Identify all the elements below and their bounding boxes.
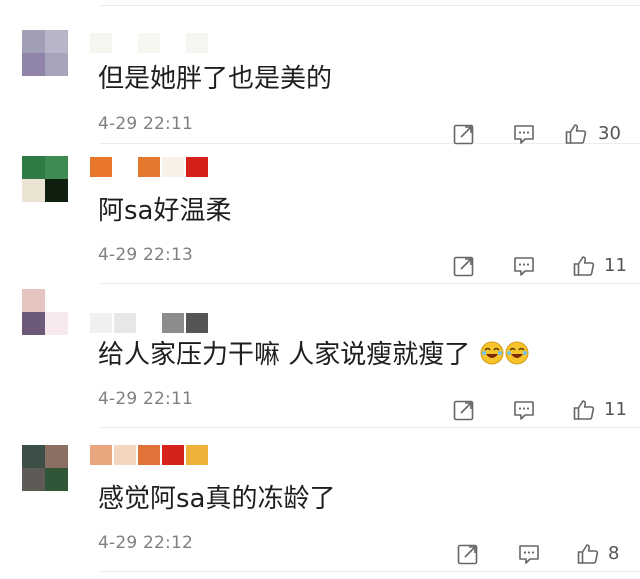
laugh-cry-emoji bbox=[480, 341, 504, 365]
avatar-pixel bbox=[45, 289, 68, 312]
comment-text-content: 给人家压力干嘛 人家说瘦就瘦了 bbox=[98, 340, 471, 370]
divider bbox=[100, 283, 640, 284]
comment-time: 4-29 22:12 bbox=[98, 533, 193, 553]
like-count: 8 bbox=[608, 543, 620, 564]
laugh-cry-emoji bbox=[505, 341, 529, 365]
avatar-pixel bbox=[22, 312, 45, 335]
comment-icon[interactable] bbox=[512, 122, 536, 146]
avatar-pixel bbox=[22, 30, 45, 53]
avatar[interactable] bbox=[22, 445, 68, 491]
avatar-pixel bbox=[45, 30, 68, 53]
divider bbox=[100, 5, 640, 6]
username-pixelated[interactable] bbox=[90, 445, 210, 467]
username-pixelated[interactable] bbox=[90, 313, 210, 335]
avatar-pixel bbox=[45, 156, 68, 179]
avatar-pixel bbox=[22, 156, 45, 179]
username-pixelated[interactable] bbox=[90, 33, 210, 55]
avatar-pixel bbox=[22, 445, 45, 468]
avatar[interactable] bbox=[22, 30, 68, 76]
username-pixelated[interactable] bbox=[90, 157, 210, 179]
thumbs-up-icon[interactable] bbox=[572, 254, 596, 278]
avatar-pixel bbox=[22, 289, 45, 312]
share-icon[interactable] bbox=[452, 254, 476, 278]
avatar[interactable] bbox=[22, 289, 68, 335]
like-count: 11 bbox=[604, 399, 627, 420]
thumbs-up-icon[interactable] bbox=[564, 122, 588, 146]
share-icon[interactable] bbox=[452, 122, 476, 146]
avatar-pixel bbox=[45, 312, 68, 335]
avatar[interactable] bbox=[22, 156, 68, 202]
comment-time: 4-29 22:11 bbox=[98, 114, 193, 134]
comment-icon[interactable] bbox=[517, 542, 541, 566]
avatar-pixel bbox=[45, 179, 68, 202]
like-count: 30 bbox=[598, 123, 621, 144]
avatar-pixel bbox=[45, 53, 68, 76]
comment-icon[interactable] bbox=[512, 398, 536, 422]
comment-time: 4-29 22:13 bbox=[98, 245, 193, 265]
thumbs-up-icon[interactable] bbox=[572, 398, 596, 422]
comment-text: 感觉阿sa真的冻龄了 bbox=[98, 484, 336, 514]
comment-time: 4-29 22:11 bbox=[98, 389, 193, 409]
comment-text: 但是她胖了也是美的 bbox=[98, 64, 333, 94]
divider bbox=[100, 143, 640, 144]
comment-item: 但是她胖了也是美的 4-29 22:11 bbox=[0, 0, 640, 144]
avatar-pixel bbox=[45, 468, 68, 491]
avatar-pixel bbox=[22, 468, 45, 491]
avatar-pixel bbox=[22, 53, 45, 76]
comment-text: 阿sa好温柔 bbox=[98, 196, 232, 226]
avatar-pixel bbox=[22, 179, 45, 202]
like-count: 11 bbox=[604, 255, 627, 276]
divider bbox=[100, 427, 640, 428]
thumbs-up-icon[interactable] bbox=[576, 542, 600, 566]
share-icon[interactable] bbox=[456, 542, 480, 566]
share-icon[interactable] bbox=[452, 398, 476, 422]
comment-icon[interactable] bbox=[512, 254, 536, 278]
divider bbox=[100, 571, 640, 572]
avatar-pixel bbox=[45, 445, 68, 468]
comment-text: 给人家压力干嘛 人家说瘦就瘦了 bbox=[98, 338, 529, 372]
